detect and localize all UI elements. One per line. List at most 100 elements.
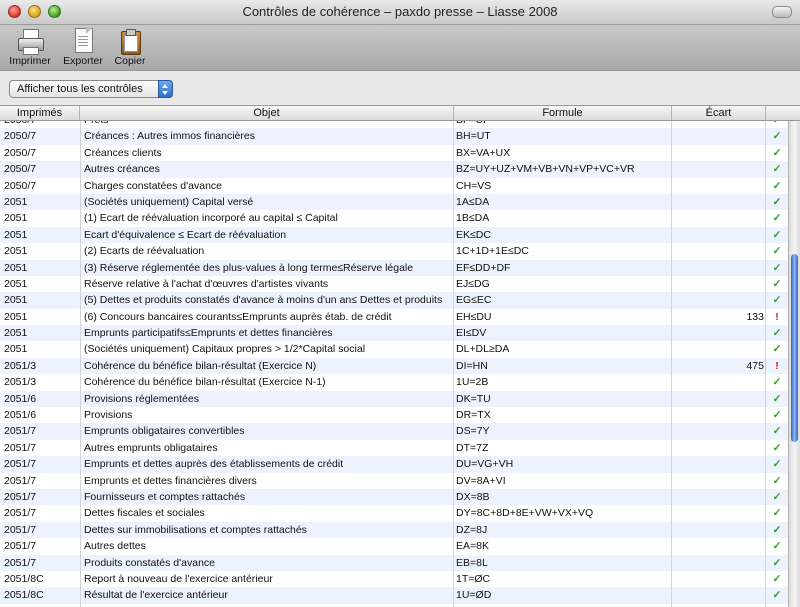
cell-imprime: 2051: [4, 294, 28, 307]
table-row[interactable]: 2051/3 Cohérence du bénéfice bilan-résult…: [0, 357, 788, 375]
table-row[interactable]: 2051 Ecart d'équivalence ≤ Ecart de rééva…: [0, 226, 788, 244]
cell-formule: 1C+1D+1E≤DC: [456, 245, 529, 258]
table-row[interactable]: 2051/7 Emprunts et dettes auprès des étab…: [0, 456, 788, 473]
table-row[interactable]: 2051/7 Autres emprunts obligataires DT=7Z ✓: [0, 439, 788, 457]
table-row[interactable]: 2051 (2) Ecarts de réévaluation 1C+1D+1E≤D…: [0, 243, 788, 260]
table-row[interactable]: 2051/3 Cohérence du bénéfice bilan-résult…: [0, 374, 788, 391]
filter-bar: Afficher tous les contrôles: [0, 70, 800, 106]
table-row[interactable]: 2051/7 Autres dettes EA=8K ✓: [0, 538, 788, 555]
cell-imprime: 2051/7: [4, 556, 37, 569]
checkmark-icon: ✓: [772, 343, 782, 356]
column-header-objet[interactable]: Objet: [80, 106, 454, 120]
cell-formule: EA=8K: [456, 540, 489, 553]
print-button[interactable]: Imprimer: [6, 25, 54, 70]
cell-imprime: 2051: [4, 261, 28, 274]
checkmark-icon: ✓: [772, 490, 782, 503]
scrollbar-thumb[interactable]: [791, 254, 798, 442]
table-row[interactable]: 2051/7 Fournisseurs et comptes rattachés D…: [0, 488, 788, 506]
cell-formule: 1U=ØD: [456, 589, 492, 602]
cell-formule: DZ=8J: [456, 523, 488, 536]
table-row[interactable]: 2051 (3) Réserve réglementée des plus-val…: [0, 259, 788, 276]
select-arrows-icon: [158, 80, 173, 98]
export-button[interactable]: Exporter: [60, 25, 106, 70]
filter-select[interactable]: Afficher tous les contrôles: [9, 80, 173, 98]
cell-imprime: 2051: [4, 310, 28, 323]
checkmark-icon: ✓: [772, 458, 782, 471]
checkmark-icon: ✓: [772, 507, 782, 520]
copy-button[interactable]: Copier: [110, 25, 150, 70]
cell-formule: EI≤DV: [456, 327, 487, 340]
clipboard-icon: [118, 28, 142, 55]
print-label: Imprimer: [9, 55, 51, 67]
table-row[interactable]: 2051/6 Provisions DR=TX ✓: [0, 407, 788, 424]
cell-objet: Emprunts obligataires convertibles: [84, 425, 245, 438]
table-row[interactable]: 2050/7 Créances : Autres immos financière…: [0, 128, 788, 145]
column-header-ecart[interactable]: Écart: [672, 106, 766, 120]
printer-icon: [18, 28, 44, 55]
cell-objet: Dettes sur immobilisations et comptes ra…: [84, 523, 307, 536]
column-header-imprimes[interactable]: Imprimés: [0, 106, 80, 120]
title-bar: Contrôles de cohérence – paxdo presse – …: [0, 0, 800, 25]
table-row[interactable]: 2051/8C Résultat de l'exercice antérieur 1…: [0, 587, 788, 604]
cell-objet: Provisions réglementées: [84, 392, 199, 405]
cell-imprime: 2051: [4, 343, 28, 356]
table-rows: 2050/7 Prêts BF=UF ✓ 2050/7 Créances : Autres…: [0, 121, 788, 604]
cell-objet: Autres emprunts obligataires: [84, 441, 218, 454]
table-row[interactable]: 2051/7 Emprunts et dettes financières div…: [0, 472, 788, 489]
checkmark-icon: ✓: [772, 556, 782, 569]
cell-objet: (5) Dettes et produits constatés d'avanc…: [84, 294, 443, 307]
controls-table: Imprimés Objet Formule Écart 2050/7 Prêts…: [0, 105, 800, 607]
column-header-status[interactable]: [766, 106, 800, 120]
cell-imprime: 2051: [4, 327, 28, 340]
cell-objet: Emprunts et dettes financières divers: [84, 474, 257, 487]
table-row[interactable]: 2051 (1) Ecart de réévaluation incorporé …: [0, 210, 788, 227]
table-row[interactable]: 2050/7 Créances clients BX=VA+UX ✓: [0, 144, 788, 162]
table-row[interactable]: 2051 (6) Concours bancaires courants≤Empr…: [0, 308, 788, 326]
cell-formule: CH=VS: [456, 179, 492, 192]
cell-imprime: 2051: [4, 245, 28, 258]
cell-formule: DK=TU: [456, 392, 491, 405]
table-row[interactable]: 2051 (Sociétés uniquement) Capitaux propr…: [0, 341, 788, 358]
toolbar-toggle-button[interactable]: [772, 6, 792, 18]
table-row[interactable]: 2051/7 Produits constatés d'avance EB=8L ✓: [0, 554, 788, 571]
cell-objet: (6) Concours bancaires courants≤Emprunts…: [84, 310, 392, 323]
column-header-formule[interactable]: Formule: [454, 106, 672, 120]
table-row[interactable]: 2051 Emprunts participatifs≤Emprunts et d…: [0, 325, 788, 342]
checkmark-icon: ✓: [772, 245, 782, 258]
copy-label: Copier: [114, 55, 146, 67]
table-row[interactable]: 2051/7 Dettes sur immobilisations et comp…: [0, 521, 788, 539]
cell-formule: DX=8B: [456, 490, 490, 503]
checkmark-icon: ✓: [772, 572, 782, 585]
cell-imprime: 2051/7: [4, 540, 37, 553]
table-header: Imprimés Objet Formule Écart: [0, 105, 800, 121]
cell-objet: Cohérence du bénéfice bilan-résultat (Ex…: [84, 376, 326, 389]
cell-formule: DV=8A+VI: [456, 474, 506, 487]
vertical-scrollbar[interactable]: [788, 121, 800, 607]
cell-objet: Report à nouveau de l'exercice antérieur: [84, 572, 273, 585]
table-row[interactable]: 2051 (Sociétés uniquement) Capital versé 1…: [0, 193, 788, 211]
cell-imprime: 2050/7: [4, 121, 78, 128]
checkmark-icon: ✓: [772, 523, 782, 536]
table-row[interactable]: 2050/7 Charges constatées d'avance CH=VS ✓: [0, 177, 788, 194]
cell-objet: Prêts: [84, 121, 452, 128]
cell-formule: DY=8C+8D+8E+VW+VX+VQ: [456, 507, 594, 520]
cell-formule: 1T=ØC: [456, 572, 491, 585]
table-row[interactable]: 2051 (5) Dettes et produits constatés d'a…: [0, 292, 788, 309]
cell-formule: EF≤DD+DF: [456, 261, 511, 274]
table-row[interactable]: 2051/8C Report à nouveau de l'exercice an…: [0, 570, 788, 588]
checkmark-icon: ✓: [772, 474, 782, 487]
cell-imprime: 2051/7: [4, 425, 37, 438]
checkmark-icon: ✓: [772, 228, 782, 241]
table-row[interactable]: 2050/7 Prêts BF=UF ✓: [0, 121, 788, 129]
table-row[interactable]: 2051 Réserve relative à l'achat d'œuvres …: [0, 275, 788, 293]
cell-imprime: 2050/7: [4, 130, 37, 143]
table-row[interactable]: 2051/7 Dettes fiscales et sociales DY=8C+8…: [0, 505, 788, 522]
table-row[interactable]: 2051/6 Provisions réglementées DK=TU ✓: [0, 390, 788, 408]
cell-objet: Réserve relative à l'achat d'œuvres d'ar…: [84, 277, 329, 290]
table-row[interactable]: 2050/7 Autres créances BZ=UY+UZ+VM+VB+VN+V…: [0, 161, 788, 178]
exclamation-icon: !: [775, 310, 779, 323]
checkmark-icon: ✓: [768, 121, 786, 128]
checkmark-icon: ✓: [772, 146, 782, 159]
checkmark-icon: ✓: [772, 277, 782, 290]
table-row[interactable]: 2051/7 Emprunts obligataires convertibles…: [0, 423, 788, 440]
